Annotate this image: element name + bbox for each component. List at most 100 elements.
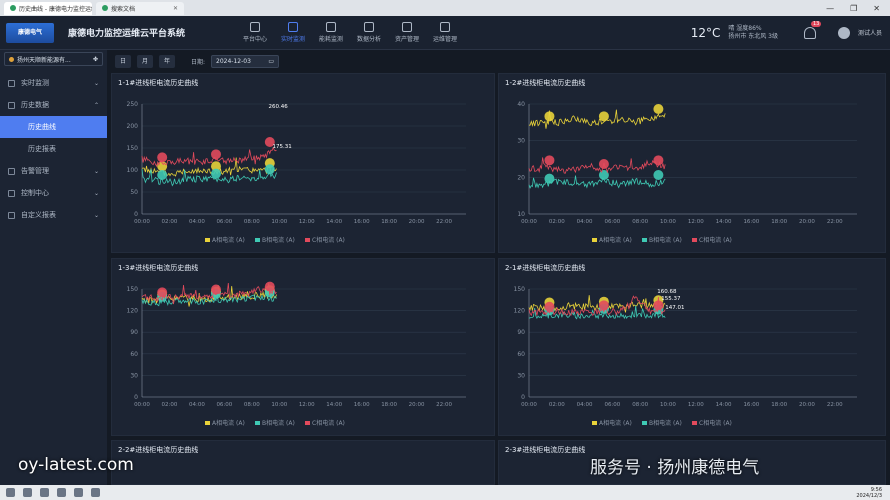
- x-tick-label: 10:00: [271, 402, 287, 408]
- legend-item[interactable]: C相电流 (A): [312, 236, 345, 244]
- menu-icon: [8, 101, 15, 109]
- marker-point[interactable]: [653, 170, 664, 180]
- sidebar-item-label: 告警管理: [21, 167, 49, 175]
- chart-svg: 0 30 60 90 120 150 00:00 02:00 04:00 06:00 08:00 10…: [127, 281, 466, 427]
- y-tick-label: 30: [517, 372, 525, 379]
- x-tick-label: 12:00: [299, 402, 315, 408]
- sidebar-item-0[interactable]: 实时监测 ⌄: [0, 72, 107, 94]
- legend-item[interactable]: C相电流 (A): [699, 236, 732, 244]
- notification-bell-icon[interactable]: 13: [803, 20, 822, 39]
- app-icon[interactable]: [57, 488, 66, 497]
- x-tick-label: 10:00: [660, 402, 676, 408]
- x-tick-label: 00:00: [521, 402, 537, 408]
- legend-item[interactable]: B相电流 (A): [649, 419, 682, 427]
- marker-point[interactable]: [210, 149, 221, 160]
- marker-point[interactable]: [157, 152, 168, 163]
- legend-item[interactable]: A相电流 (A): [599, 419, 632, 427]
- marker-point[interactable]: [157, 287, 168, 298]
- nav-item-3[interactable]: 数据分析: [352, 22, 386, 43]
- marker-point[interactable]: [264, 164, 275, 175]
- chart-svg: 0 30 60 90 120 150 00:00 02:00 04:00 06:00 08:00 10…: [514, 286, 857, 427]
- date-picker[interactable]: 2024-12-03 ▭: [211, 54, 280, 68]
- sidebar-item-2[interactable]: 历史曲线: [0, 116, 107, 138]
- marker-point[interactable]: [210, 168, 221, 179]
- nav-item-2[interactable]: 能耗监测: [314, 22, 348, 43]
- start-icon[interactable]: [6, 488, 15, 497]
- x-tick-label: 08:00: [244, 402, 260, 408]
- nav-label: 数据分析: [356, 36, 381, 43]
- legend-item[interactable]: A相电流 (A): [212, 419, 245, 427]
- legend-item[interactable]: C相电流 (A): [312, 419, 345, 427]
- nav-item-5[interactable]: 运维管理: [428, 22, 462, 43]
- y-tick-label: 150: [127, 286, 139, 293]
- marker-point[interactable]: [544, 173, 555, 184]
- x-tick-label: 20:00: [409, 219, 425, 225]
- y-tick-label: 20: [517, 174, 525, 181]
- nav-item-4[interactable]: 资产管理: [390, 22, 424, 43]
- x-tick-label: 14:00: [716, 402, 732, 408]
- site-name: 扬州天顺新能源有...: [17, 56, 71, 64]
- maximize-button[interactable]: ❐: [850, 4, 857, 13]
- close-window-button[interactable]: ✕: [873, 4, 880, 13]
- marker-point[interactable]: [544, 155, 555, 166]
- tab-close-icon[interactable]: ✕: [173, 5, 178, 12]
- marker-point[interactable]: [598, 300, 609, 311]
- marker-point[interactable]: [544, 301, 555, 312]
- avatar[interactable]: [837, 26, 850, 39]
- browser-tab-active[interactable]: 历史曲线 - 康德电力监控运维✕: [4, 1, 92, 15]
- sidebar-item-5[interactable]: 控制中心 ⌄: [0, 182, 107, 204]
- legend-item[interactable]: A相电流 (A): [599, 236, 632, 244]
- weather-line2: 扬州市 东北风 3级: [728, 32, 778, 40]
- legend-swatch: [255, 421, 260, 425]
- taskbar-clock: 9:56 2024/12/3: [856, 487, 882, 499]
- nav-icon: [364, 22, 374, 32]
- y-tick-label: 0: [134, 211, 138, 218]
- legend-item[interactable]: B相电流 (A): [649, 236, 682, 244]
- user-name[interactable]: 测试人员: [858, 28, 882, 37]
- year-button[interactable]: 年: [159, 54, 175, 68]
- sidebar-item-1[interactable]: 历史数据 ⌃: [0, 94, 107, 116]
- legend-item[interactable]: A相电流 (A): [212, 236, 245, 244]
- marker-point[interactable]: [210, 284, 221, 295]
- marker-point[interactable]: [598, 159, 609, 169]
- y-tick-label: 0: [134, 394, 138, 401]
- nav-item-0[interactable]: 平台中心: [238, 22, 272, 43]
- site-settings-icon[interactable]: ✤: [93, 56, 98, 63]
- nav-item-1[interactable]: 实时监测: [276, 22, 310, 43]
- sidebar-item-label: 历史曲线: [28, 123, 56, 131]
- app-icon[interactable]: [40, 488, 49, 497]
- legend-item[interactable]: B相电流 (A): [262, 236, 295, 244]
- chart-panel-2-1: 2-1#进线柜电流历史曲线 0 30 60 90 120 150 00:00 02:00 04:0…: [498, 258, 886, 436]
- month-button[interactable]: 月: [137, 54, 153, 68]
- x-tick-label: 14:00: [326, 402, 342, 408]
- x-tick-label: 02:00: [162, 219, 178, 225]
- app-icon[interactable]: [74, 488, 83, 497]
- day-button[interactable]: 日: [115, 54, 131, 68]
- x-tick-label: 18:00: [381, 402, 397, 408]
- y-tick-label: 150: [127, 145, 139, 152]
- legend-swatch: [205, 421, 210, 425]
- legend-item[interactable]: B相电流 (A): [262, 419, 295, 427]
- chart-title: 2-2#进线柜电流历史曲线: [118, 446, 199, 454]
- browser-tab-bar: 历史曲线 - 康德电力监控运维✕ 搜索文档 ✕ — ❐ ✕: [0, 0, 890, 16]
- menu-icon: [8, 211, 15, 219]
- marker-point[interactable]: [544, 111, 555, 122]
- minimize-button[interactable]: —: [826, 4, 834, 13]
- app-icon[interactable]: [91, 488, 100, 497]
- marker-point[interactable]: [157, 170, 168, 180]
- legend-item[interactable]: C相电流 (A): [699, 419, 732, 427]
- legend-swatch: [305, 238, 310, 242]
- sidebar-item-6[interactable]: 自定义报表 ⌄: [0, 204, 107, 226]
- site-selector[interactable]: 扬州天顺新能源有... ✤: [4, 52, 103, 66]
- sidebar-item-3[interactable]: 历史报表: [0, 138, 107, 160]
- search-icon[interactable]: [23, 488, 32, 497]
- sidebar-item-4[interactable]: 告警管理 ⌄: [0, 160, 107, 182]
- x-tick-label: 16:00: [354, 402, 370, 408]
- nav-label: 平台中心: [242, 36, 267, 43]
- marker-point[interactable]: [653, 104, 664, 114]
- marker-point[interactable]: [598, 111, 609, 122]
- marker-point[interactable]: [653, 155, 664, 166]
- browser-tab[interactable]: 搜索文档 ✕: [96, 1, 184, 15]
- marker-point[interactable]: [264, 281, 275, 292]
- weather-desc: 晴 湿度86% 扬州市 东北风 3级: [728, 25, 778, 41]
